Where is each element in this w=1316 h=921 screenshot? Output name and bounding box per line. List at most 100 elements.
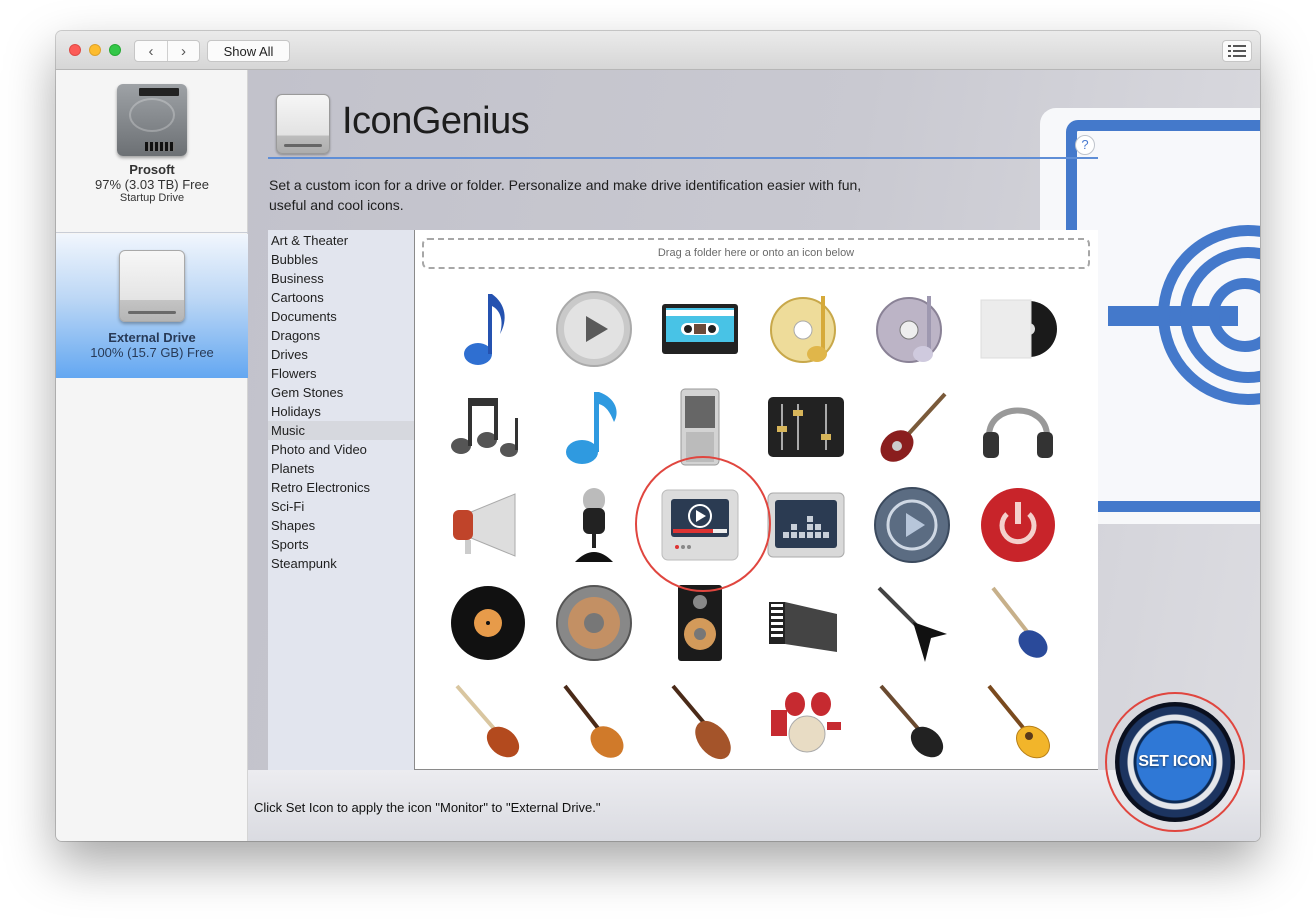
icon-cell-silver-cd-music[interactable] [859, 280, 965, 378]
category-item-gem-stones[interactable]: Gem Stones [268, 383, 414, 402]
icon-cell-red-power-button[interactable] [965, 476, 1071, 574]
blue-eighth-note-icon [555, 388, 633, 466]
silver-cd-music-icon [873, 290, 951, 368]
blue-music-note-icon [449, 290, 527, 368]
category-item-music[interactable]: Music [268, 421, 414, 440]
category-item-dragons[interactable]: Dragons [268, 326, 414, 345]
sunburst-stratocaster-icon [449, 682, 527, 760]
icon-cell-silver-play-button[interactable] [541, 280, 647, 378]
external-drive-icon [119, 250, 185, 322]
headphones-icon [979, 388, 1057, 466]
status-message: Click Set Icon to apply the icon "Monito… [254, 800, 601, 815]
category-item-business[interactable]: Business [268, 269, 414, 288]
icon-cell-megaphone[interactable] [435, 476, 541, 574]
speaker-woofer-icon [555, 584, 633, 662]
blue-play-button-icon [873, 486, 951, 564]
folder-drop-zone[interactable]: Drag a folder here or onto an icon below [422, 238, 1090, 269]
microphone-icon [555, 486, 633, 564]
app-drive-icon [276, 94, 330, 154]
megaphone-icon [449, 486, 527, 564]
silver-play-button-icon [555, 290, 633, 368]
list-icon [1228, 45, 1246, 57]
drive-subtitle: Startup Drive [119, 192, 185, 204]
category-item-drives[interactable]: Drives [268, 345, 414, 364]
category-item-holidays[interactable]: Holidays [268, 402, 414, 421]
drum-kit-icon [767, 682, 845, 760]
forward-button[interactable]: › [166, 41, 199, 61]
icon-cell-speaker-cabinet[interactable] [647, 574, 753, 672]
red-electric-guitar-icon [873, 388, 951, 466]
drive-item-external-drive[interactable]: External Drive 100% (15.7 GB) Free [56, 234, 248, 378]
close-window-button[interactable] [69, 44, 81, 56]
icon-cell-speaker-woofer[interactable] [541, 574, 647, 672]
icon-cell-les-paul-guitar[interactable] [541, 672, 647, 770]
flying-v-guitar-icon [873, 584, 951, 662]
icon-cell-accordion[interactable] [753, 574, 859, 672]
icon-cell-sunburst-stratocaster[interactable] [435, 672, 541, 770]
vinyl-sleeve-icon [979, 290, 1057, 368]
icon-cell-headphones[interactable] [965, 378, 1071, 476]
icon-cell-blue-stratocaster[interactable] [965, 574, 1071, 672]
icon-cell-cassette-tape[interactable] [647, 280, 753, 378]
icon-cell-acoustic-guitar[interactable] [965, 672, 1071, 770]
category-item-cartoons[interactable]: Cartoons [268, 288, 414, 307]
black-stratocaster-icon [873, 682, 951, 760]
drive-name: External Drive [108, 330, 196, 345]
mixer-faders-icon [767, 388, 845, 466]
icon-cell-blue-eighth-note[interactable] [541, 378, 647, 476]
category-item-shapes[interactable]: Shapes [268, 516, 414, 535]
icon-cell-vinyl-sleeve[interactable] [965, 280, 1071, 378]
icon-cell-blue-play-button[interactable] [859, 476, 965, 574]
app-window: ‹ › Show All Prosoft 97% (3.03 TB) Free … [56, 31, 1260, 841]
back-button[interactable]: ‹ [135, 41, 167, 61]
icon-cell-mobile-music-player[interactable] [647, 378, 753, 476]
minimize-window-button[interactable] [89, 44, 101, 56]
icon-cell-monitor[interactable] [647, 476, 753, 574]
show-all-button[interactable]: Show All [207, 40, 290, 62]
drive-item-prosoft[interactable]: Prosoft 97% (3.03 TB) Free Startup Drive [56, 70, 248, 233]
title-bar: ‹ › Show All [56, 31, 1260, 70]
chevron-right-icon: › [180, 42, 186, 60]
category-item-planets[interactable]: Planets [268, 459, 414, 478]
category-item-bubbles[interactable]: Bubbles [268, 250, 414, 269]
icon-cell-red-electric-guitar[interactable] [859, 378, 965, 476]
category-item-art-theater[interactable]: Art & Theater [268, 231, 414, 250]
icon-cell-music-notes[interactable] [435, 378, 541, 476]
icon-cell-gold-cd-music[interactable] [753, 280, 859, 378]
navigation-buttons: ‹ › [134, 40, 200, 62]
les-paul-guitar-icon [555, 682, 633, 760]
list-view-button[interactable] [1222, 40, 1252, 62]
icon-cell-violin[interactable] [647, 672, 753, 770]
zoom-window-button[interactable] [109, 44, 121, 56]
mobile-music-player-icon [661, 388, 739, 466]
drive-name: Prosoft [129, 162, 175, 177]
monitor-icon [661, 486, 739, 564]
category-item-steampunk[interactable]: Steampunk [268, 554, 414, 573]
icon-cell-microphone[interactable] [541, 476, 647, 574]
icon-cell-mixer-faders[interactable] [753, 378, 859, 476]
set-icon-button[interactable]: SET ICON [1115, 702, 1235, 822]
icon-cell-black-stratocaster[interactable] [859, 672, 965, 770]
acoustic-guitar-icon [979, 682, 1057, 760]
icon-cell-flying-v-guitar[interactable] [859, 574, 965, 672]
chevron-left-icon: ‹ [148, 42, 154, 60]
help-button[interactable]: ? [1075, 135, 1095, 155]
icon-grid [435, 280, 1075, 770]
category-item-sci-fi[interactable]: Sci-Fi [268, 497, 414, 516]
icon-cell-vinyl-record[interactable] [435, 574, 541, 672]
music-notes-icon [449, 388, 527, 466]
drive-free-space: 97% (3.03 TB) Free [95, 177, 209, 192]
icon-cell-blue-music-note[interactable] [435, 280, 541, 378]
icon-cell-drum-kit[interactable] [753, 672, 859, 770]
category-item-sports[interactable]: Sports [268, 535, 414, 554]
accordion-icon [767, 584, 845, 662]
cassette-tape-icon [661, 290, 739, 368]
category-item-flowers[interactable]: Flowers [268, 364, 414, 383]
category-item-documents[interactable]: Documents [268, 307, 414, 326]
equalizer-display-icon [767, 486, 845, 564]
icon-cell-equalizer-display[interactable] [753, 476, 859, 574]
title-divider [268, 157, 1098, 159]
category-item-retro-electronics[interactable]: Retro Electronics [268, 478, 414, 497]
blue-stratocaster-icon [979, 584, 1057, 662]
category-item-photo-and-video[interactable]: Photo and Video [268, 440, 414, 459]
